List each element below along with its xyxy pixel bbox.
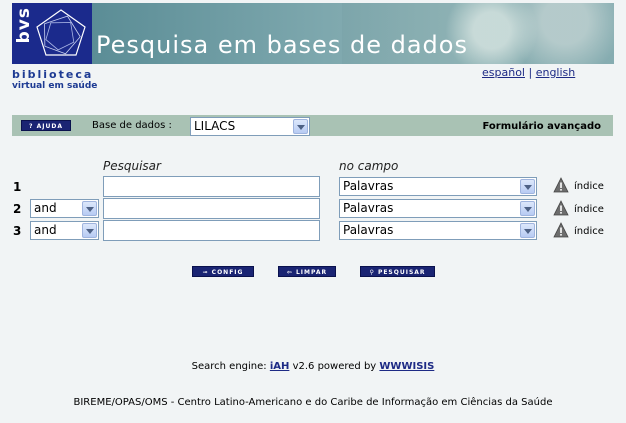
search-toolbar: ? AJUDA Base de dados : LILACS Formulári… <box>12 115 613 136</box>
help-button[interactable]: ? AJUDA <box>21 120 71 131</box>
row-number: 2 <box>13 202 22 216</box>
chevron-down-icon[interactable] <box>520 201 535 216</box>
chevron-down-icon[interactable] <box>520 179 535 194</box>
field-select-value: Palavras <box>343 201 394 215</box>
search-input-3[interactable] <box>103 220 320 241</box>
search-button[interactable]: ⚲ PESQUISAR <box>360 266 435 277</box>
lang-separator: | <box>528 66 533 79</box>
footer-credit: BIREME/OPAS/OMS - Centro Latino-American… <box>73 397 553 408</box>
config-button[interactable]: ⊸ CONFIG <box>192 266 254 277</box>
field-select-value: Palavras <box>343 179 394 193</box>
index-link-3[interactable]: índice <box>574 226 604 237</box>
warning-triangle-icon[interactable] <box>553 177 569 193</box>
brand-subtitle: virtual em saúde <box>12 81 98 91</box>
bvs-logo[interactable]: bvs <box>12 3 92 64</box>
iah-link[interactable]: iAH <box>270 361 290 372</box>
row-number: 3 <box>13 224 22 238</box>
database-label: Base de dados : <box>92 120 172 131</box>
warning-triangle-icon[interactable] <box>553 200 569 216</box>
index-link-1[interactable]: índice <box>574 181 604 192</box>
database-select-value: LILACS <box>194 119 236 133</box>
lang-english-link[interactable]: english <box>536 66 576 79</box>
logo-text: bvs <box>14 7 34 44</box>
bvs-star-logo-icon <box>36 9 86 56</box>
clear-label: LIMPAR <box>295 269 328 276</box>
lang-espanol-link[interactable]: español <box>482 66 525 79</box>
chevron-down-icon[interactable] <box>520 223 535 238</box>
search-label: PESQUISAR <box>377 269 426 276</box>
operator-select-value: and <box>34 201 57 215</box>
language-links: español | english <box>482 66 575 79</box>
field-select-value: Palavras <box>343 223 394 237</box>
operator-select-2[interactable]: and <box>30 199 99 218</box>
config-label: CONFIG <box>211 269 244 276</box>
chevron-down-icon[interactable] <box>82 201 97 216</box>
wwwisis-link[interactable]: WWWISIS <box>379 361 434 372</box>
search-input-2[interactable] <box>103 198 320 219</box>
row-number: 1 <box>13 180 22 194</box>
warning-triangle-icon[interactable] <box>553 222 569 238</box>
banner: Pesquisa em bases de dados <box>92 3 614 64</box>
advanced-form-label: Formulário avançado <box>482 121 602 132</box>
search-input-1[interactable] <box>103 176 320 197</box>
field-column-header: no campo <box>339 159 399 173</box>
engine-prefix: Search engine: <box>191 361 267 372</box>
index-link-2[interactable]: índice <box>574 204 604 215</box>
operator-select-3[interactable]: and <box>30 221 99 240</box>
operator-select-value: and <box>34 223 57 237</box>
field-select-2[interactable]: Palavras <box>339 199 537 218</box>
field-select-3[interactable]: Palavras <box>339 221 537 240</box>
search-column-header: Pesquisar <box>103 159 161 173</box>
chevron-down-icon[interactable] <box>293 119 308 134</box>
database-select[interactable]: LILACS <box>190 117 310 136</box>
back-arrow-icon: ⇦ <box>286 269 293 276</box>
clear-button[interactable]: ⇦ LIMPAR <box>278 266 336 277</box>
field-select-1[interactable]: Palavras <box>339 177 537 196</box>
chevron-down-icon[interactable] <box>82 223 97 238</box>
brand-name: biblioteca <box>12 68 94 81</box>
search-engine-credit: Search engine: iAH v2.6 powered by WWWIS… <box>0 361 626 372</box>
banner-title: Pesquisa em bases de dados <box>96 31 468 59</box>
magnifier-icon: ⚲ <box>369 269 375 276</box>
engine-version: v2.6 powered by <box>292 361 377 372</box>
key-icon: ⊸ <box>202 269 209 276</box>
